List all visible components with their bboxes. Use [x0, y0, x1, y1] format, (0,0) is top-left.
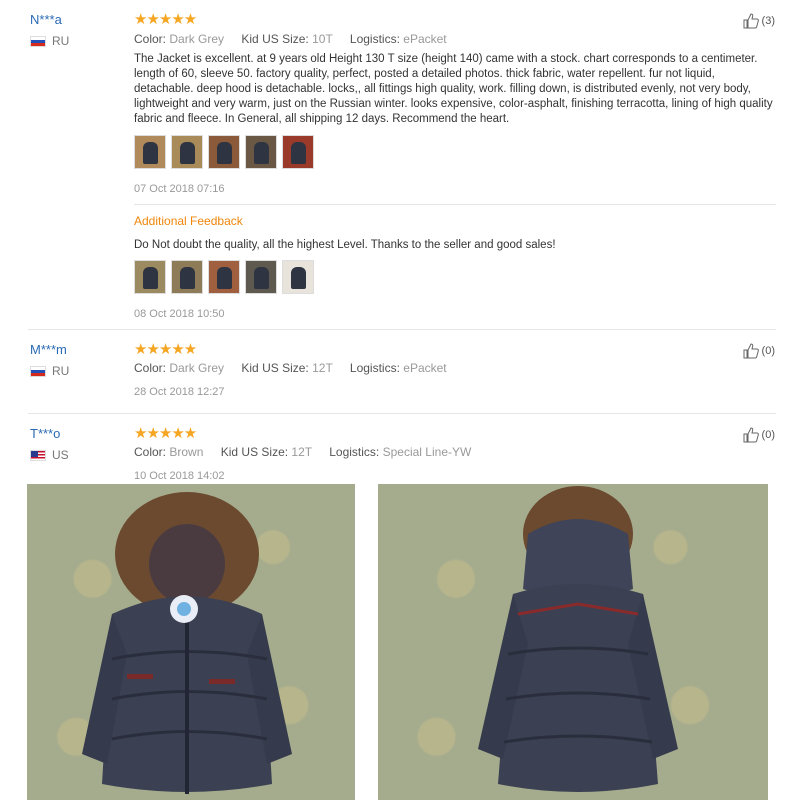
helpful-count: (0) [761, 345, 775, 357]
russia-flag-icon [30, 365, 46, 377]
color-value: Dark Grey [169, 361, 225, 375]
star-rating: ★★★★★ [134, 11, 197, 28]
color-label: Color: [134, 32, 167, 46]
logistics-label: Logistics: [329, 445, 380, 459]
color-value: Dark Grey [169, 32, 225, 46]
review-divider [28, 329, 776, 330]
country-code: RU [52, 34, 70, 48]
helpful-count: (0) [761, 429, 775, 441]
russia-flag-icon [30, 35, 46, 47]
country-code: US [52, 448, 69, 462]
star-rating: ★★★★★ [134, 341, 197, 358]
logistics-value: ePacket [403, 361, 447, 375]
review-photo-thumbnail[interactable] [171, 260, 203, 294]
review-date: 07 Oct 2018 07:16 [134, 183, 225, 195]
order-attributes: Color: Dark Grey Kid US Size: 10T Logist… [134, 32, 447, 46]
country-code: RU [52, 364, 70, 378]
logistics-value: Special Line-YW [382, 445, 472, 459]
logistics-label: Logistics: [349, 32, 400, 46]
reviewer-name[interactable]: N***a [30, 12, 62, 27]
review-photos [134, 135, 314, 169]
review-date: 28 Oct 2018 12:27 [134, 386, 225, 398]
review-photo-thumbnail[interactable] [171, 135, 203, 169]
reviewer-country: US [30, 448, 69, 462]
usa-flag-icon [30, 449, 46, 461]
size-label: Kid US Size: [241, 32, 309, 46]
divider [134, 204, 776, 205]
additional-feedback-text: Do Not doubt the quality, all the highes… [134, 239, 556, 251]
review-photo-thumbnail[interactable] [245, 135, 277, 169]
additional-feedback-label: Additional Feedback [134, 214, 243, 228]
order-attributes: Color: Dark Grey Kid US Size: 12T Logist… [134, 361, 447, 375]
star-rating: ★★★★★ [134, 425, 197, 442]
color-label: Color: [134, 361, 167, 375]
jacket-back-illustration [478, 486, 678, 792]
helpful-button[interactable]: (3) [743, 13, 775, 29]
logistics-value: ePacket [403, 32, 447, 46]
helpful-button[interactable]: (0) [743, 343, 775, 359]
thumbs-up-icon [743, 427, 759, 443]
thumbs-up-icon [743, 13, 759, 29]
additional-photos [134, 260, 314, 294]
reviewer-name[interactable]: T***o [30, 426, 60, 441]
reviewer-country: RU [30, 34, 69, 48]
review-photo-front[interactable] [27, 484, 355, 800]
review-photo-thumbnail[interactable] [208, 135, 240, 169]
order-attributes: Color: Brown Kid US Size: 12T Logistics:… [134, 445, 471, 459]
review-photo-thumbnail[interactable] [208, 260, 240, 294]
color-label: Color: [134, 445, 167, 459]
size-value: 10T [312, 32, 333, 46]
logistics-label: Logistics: [349, 361, 400, 375]
review-text: The Jacket is excellent. at 9 years old … [134, 53, 773, 125]
review-divider [28, 413, 776, 414]
review-photo-thumbnail[interactable] [134, 260, 166, 294]
review-photo-thumbnail[interactable] [282, 260, 314, 294]
review-photo-thumbnail[interactable] [245, 260, 277, 294]
jacket-front-illustration [82, 492, 292, 794]
review-photo-thumbnail[interactable] [134, 135, 166, 169]
reviewer-country: RU [30, 364, 69, 378]
thumbs-up-icon [743, 343, 759, 359]
helpful-button[interactable]: (0) [743, 427, 775, 443]
reviewer-name[interactable]: M***m [30, 342, 67, 357]
review-photo-back[interactable] [378, 484, 768, 800]
additional-feedback-date: 08 Oct 2018 10:50 [134, 308, 225, 320]
size-label: Kid US Size: [220, 445, 289, 459]
color-value: Brown [169, 445, 204, 459]
review-date: 10 Oct 2018 14:02 [134, 470, 225, 482]
size-label: Kid US Size: [241, 361, 309, 375]
size-value: 12T [291, 445, 312, 459]
size-value: 12T [312, 361, 333, 375]
review-photo-thumbnail[interactable] [282, 135, 314, 169]
helpful-count: (3) [761, 15, 775, 27]
